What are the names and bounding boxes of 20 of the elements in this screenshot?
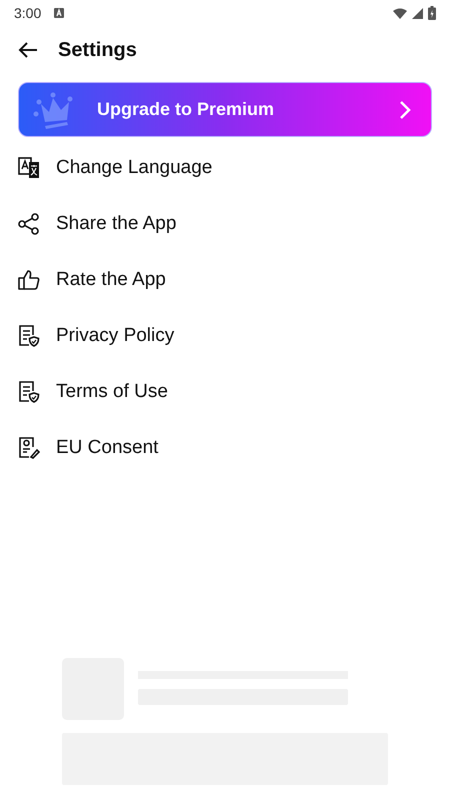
certificate-icon xyxy=(18,437,40,459)
signal-icon xyxy=(412,8,423,18)
share-icon xyxy=(18,213,40,235)
status-time: 3:00 xyxy=(14,5,42,21)
document-shield-icon xyxy=(18,381,40,403)
settings-item[interactable]: Rate the App xyxy=(0,252,450,308)
settings-item[interactable]: EU Consent xyxy=(0,420,450,476)
wifi-icon xyxy=(393,8,407,18)
thumbs-up-icon xyxy=(18,269,40,291)
notification-icon xyxy=(54,8,64,18)
screen-title: Settings xyxy=(58,38,137,62)
settings-item[interactable]: Share the App xyxy=(0,196,450,252)
document-shield-icon xyxy=(18,325,40,347)
battery-icon xyxy=(428,6,436,20)
settings-item[interactable]: Change Language xyxy=(0,140,450,196)
translate-icon xyxy=(18,157,40,179)
upgrade-banner[interactable]: Upgrade to Premium xyxy=(18,82,432,137)
settings-item[interactable]: Terms of Use xyxy=(0,364,450,420)
settings-item[interactable]: Privacy Policy xyxy=(0,308,450,364)
chevron-right-icon xyxy=(399,100,411,120)
